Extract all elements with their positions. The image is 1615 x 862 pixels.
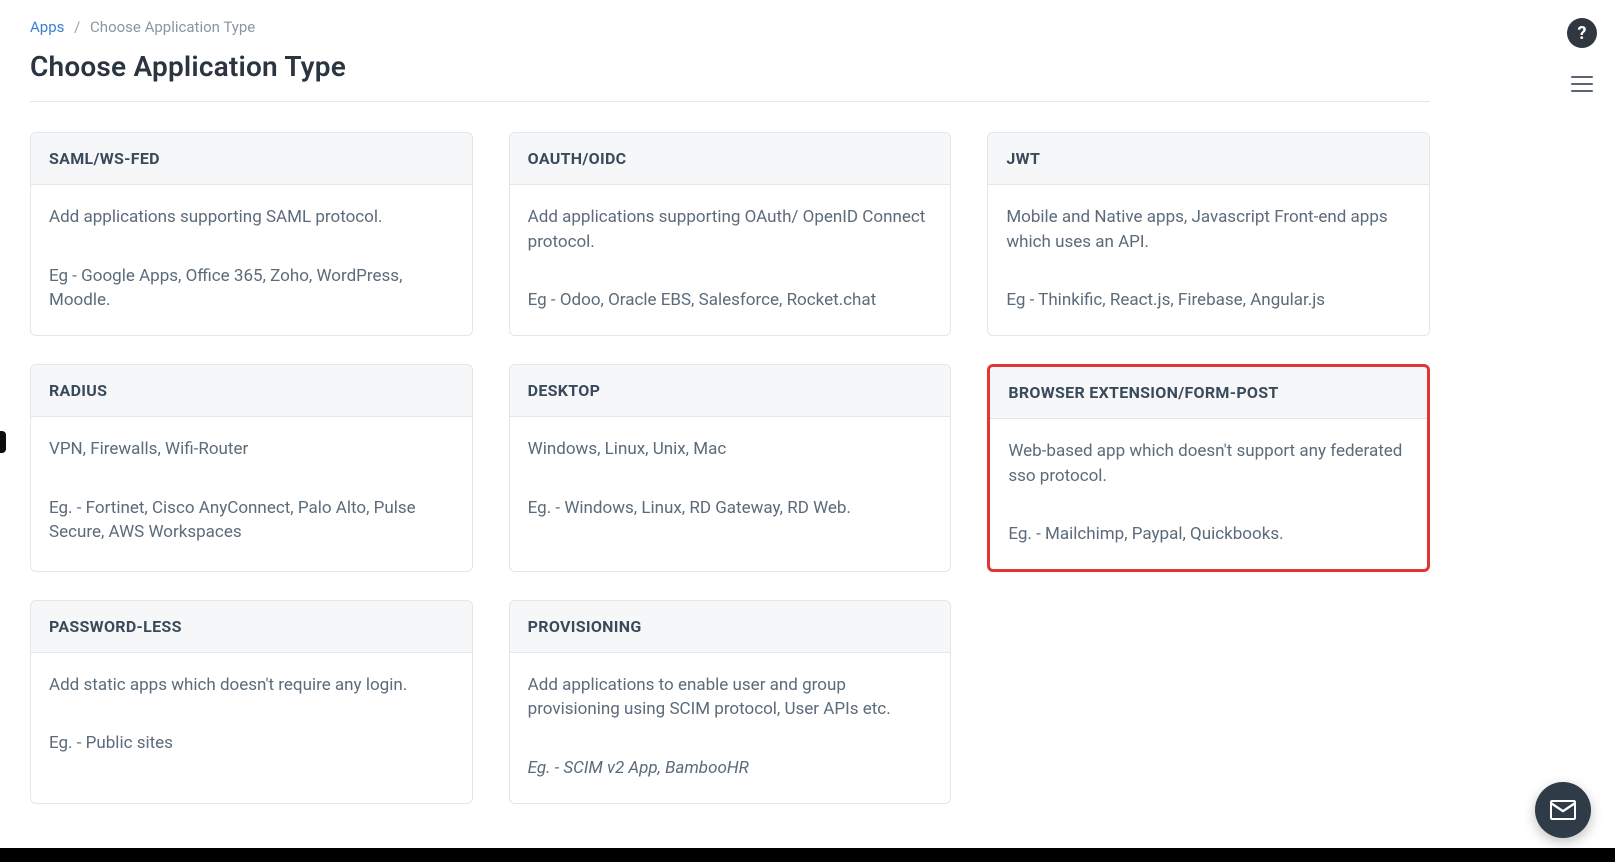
- card-header: PROVISIONING: [510, 601, 951, 653]
- card-description: Add applications supporting OAuth/ OpenI…: [528, 205, 933, 254]
- card-body: Web-based app which doesn't support any …: [990, 419, 1427, 569]
- left-edge-handle: [0, 431, 6, 453]
- card-desktop[interactable]: DESKTOP Windows, Linux, Unix, Mac Eg. - …: [509, 364, 952, 572]
- card-example: Eg. - Public sites: [49, 731, 454, 756]
- card-jwt[interactable]: JWT Mobile and Native apps, Javascript F…: [987, 132, 1430, 336]
- right-rail: ?: [1567, 18, 1597, 92]
- card-title: BROWSER EXTENSION/FORM-POST: [1008, 383, 1409, 402]
- card-header: RADIUS: [31, 365, 472, 417]
- card-provisioning[interactable]: PROVISIONING Add applications to enable …: [509, 600, 952, 804]
- mail-icon: [1550, 800, 1576, 820]
- card-description: VPN, Firewalls, Wifi-Router: [49, 437, 454, 462]
- bottom-black-bar: [0, 848, 1615, 862]
- breadcrumb-separator: /: [74, 18, 80, 36]
- breadcrumb-current: Choose Application Type: [90, 18, 255, 36]
- card-example: Eg - Google Apps, Office 365, Zoho, Word…: [49, 264, 454, 313]
- card-body: Add applications supporting OAuth/ OpenI…: [510, 185, 951, 335]
- card-header: PASSWORD-LESS: [31, 601, 472, 653]
- card-body: Windows, Linux, Unix, Mac Eg. - Windows,…: [510, 417, 951, 542]
- card-example: Eg - Thinkific, React.js, Firebase, Angu…: [1006, 288, 1411, 313]
- page-title: Choose Application Type: [30, 50, 1430, 83]
- card-example: Eg. - Windows, Linux, RD Gateway, RD Web…: [528, 496, 933, 521]
- card-example: Eg - Odoo, Oracle EBS, Salesforce, Rocke…: [528, 288, 933, 313]
- title-divider: [30, 101, 1430, 102]
- card-title: JWT: [1006, 149, 1411, 168]
- card-header: BROWSER EXTENSION/FORM-POST: [990, 367, 1427, 419]
- grid-empty-cell: [987, 600, 1430, 804]
- card-description: Add applications to enable user and grou…: [528, 673, 933, 722]
- card-oauth-oidc[interactable]: OAUTH/OIDC Add applications supporting O…: [509, 132, 952, 336]
- page-root: Apps / Choose Application Type Choose Ap…: [0, 0, 1615, 862]
- breadcrumb: Apps / Choose Application Type: [30, 18, 1430, 36]
- card-title: PASSWORD-LESS: [49, 617, 454, 636]
- card-example: Eg. - Fortinet, Cisco AnyConnect, Palo A…: [49, 496, 454, 545]
- card-header: OAUTH/OIDC: [510, 133, 951, 185]
- card-body: Add static apps which doesn't require an…: [31, 653, 472, 778]
- card-header: JWT: [988, 133, 1429, 185]
- card-body: VPN, Firewalls, Wifi-Router Eg. - Fortin…: [31, 417, 472, 567]
- app-type-grid: SAML/WS-FED Add applications supporting …: [30, 132, 1430, 804]
- card-description: Windows, Linux, Unix, Mac: [528, 437, 933, 462]
- card-header: DESKTOP: [510, 365, 951, 417]
- card-title: SAML/WS-FED: [49, 149, 454, 168]
- card-radius[interactable]: RADIUS VPN, Firewalls, Wifi-Router Eg. -…: [30, 364, 473, 572]
- menu-icon[interactable]: [1571, 76, 1593, 92]
- card-body: Mobile and Native apps, Javascript Front…: [988, 185, 1429, 335]
- chat-button[interactable]: [1535, 782, 1591, 838]
- help-icon[interactable]: ?: [1567, 18, 1597, 48]
- card-header: SAML/WS-FED: [31, 133, 472, 185]
- card-description: Mobile and Native apps, Javascript Front…: [1006, 205, 1411, 254]
- card-password-less[interactable]: PASSWORD-LESS Add static apps which does…: [30, 600, 473, 804]
- card-description: Add static apps which doesn't require an…: [49, 673, 454, 698]
- main-content: Apps / Choose Application Type Choose Ap…: [0, 0, 1460, 834]
- card-description: Add applications supporting SAML protoco…: [49, 205, 454, 230]
- card-title: DESKTOP: [528, 381, 933, 400]
- card-example: Eg. - Mailchimp, Paypal, Quickbooks.: [1008, 522, 1409, 547]
- card-title: PROVISIONING: [528, 617, 933, 636]
- card-browser-extension-form-post[interactable]: BROWSER EXTENSION/FORM-POST Web-based ap…: [987, 364, 1430, 572]
- breadcrumb-root-link[interactable]: Apps: [30, 18, 64, 36]
- card-saml-ws-fed[interactable]: SAML/WS-FED Add applications supporting …: [30, 132, 473, 336]
- card-example: Eg. - SCIM v2 App, BambooHR: [528, 756, 933, 781]
- card-title: RADIUS: [49, 381, 454, 400]
- card-description: Web-based app which doesn't support any …: [1008, 439, 1409, 488]
- card-body: Add applications to enable user and grou…: [510, 653, 951, 803]
- card-body: Add applications supporting SAML protoco…: [31, 185, 472, 335]
- card-title: OAUTH/OIDC: [528, 149, 933, 168]
